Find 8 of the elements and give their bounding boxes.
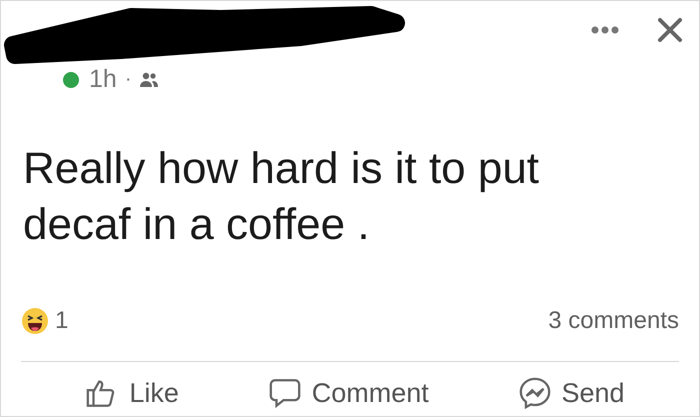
like-button[interactable]: Like [85, 376, 179, 410]
post-text: Really how hard is it to put decaf in a coffee . [22, 143, 540, 251]
comments-link[interactable]: 3 comments [548, 307, 679, 335]
send-button[interactable]: Send [518, 376, 625, 410]
comment-button[interactable]: Comment [268, 376, 429, 410]
separator-dot: · [124, 68, 132, 91]
post-time: 1h [89, 65, 117, 94]
reaction-count: 1 [55, 307, 68, 335]
